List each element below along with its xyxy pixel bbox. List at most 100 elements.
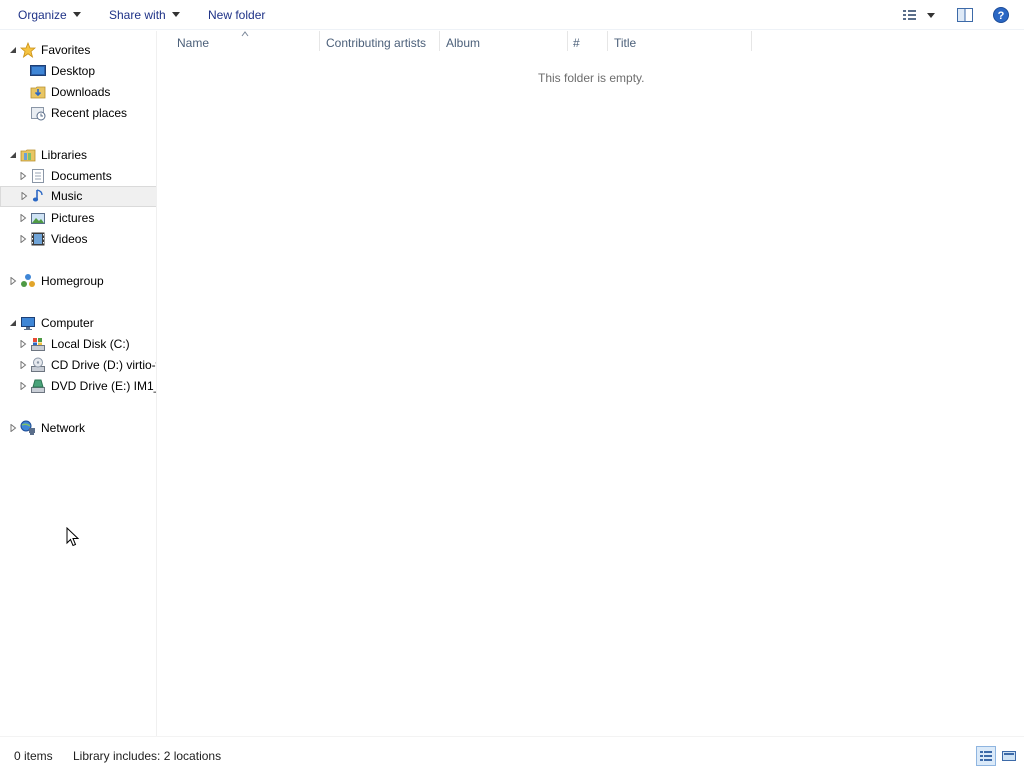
collapsed-arrow-icon[interactable] <box>19 214 27 222</box>
recent-places-icon <box>31 107 46 121</box>
details-view-button[interactable] <box>976 746 996 766</box>
nav-item-desktop[interactable]: Desktop <box>0 61 156 82</box>
nav-label: Pictures <box>51 211 95 225</box>
details-view-icon <box>903 10 935 20</box>
nav-label: Network <box>41 421 86 435</box>
collapsed-arrow-icon[interactable] <box>19 235 27 243</box>
documents-icon <box>32 169 44 183</box>
nav-item-videos[interactable]: Videos <box>0 229 156 250</box>
mouse-cursor-icon <box>66 527 80 547</box>
change-view-button[interactable] <box>900 6 940 24</box>
preview-pane-icon <box>957 8 973 22</box>
navigation-pane: Favorites Desktop Downloads Recent place… <box>0 31 157 736</box>
nav-item-dvd-drive[interactable]: DVD Drive (E:) IM1_C <box>0 376 156 397</box>
nav-item-local-disk[interactable]: Local Disk (C:) <box>0 334 156 355</box>
file-list-pane[interactable]: Name Contributing artists Album # Title … <box>158 31 1024 736</box>
cd-drive-icon <box>31 357 45 372</box>
preview-pane-button[interactable] <box>956 6 974 24</box>
nav-label: CD Drive (D:) virtio-w <box>51 358 157 372</box>
sort-ascending-icon <box>241 31 249 37</box>
desktop-icon <box>30 65 46 76</box>
nav-item-pictures[interactable]: Pictures <box>0 208 156 229</box>
help-button[interactable]: ? <box>992 6 1010 24</box>
new-folder-label: New folder <box>208 8 266 22</box>
column-header-album[interactable]: Album <box>446 31 480 55</box>
nav-item-favorites[interactable]: Favorites <box>0 40 156 61</box>
nav-item-network[interactable]: Network <box>0 418 156 439</box>
column-header-label: Title <box>614 36 637 50</box>
details-view-icon <box>980 751 992 761</box>
column-header-name[interactable]: Name <box>177 31 209 55</box>
nav-label: Local Disk (C:) <box>51 337 130 351</box>
share-with-button[interactable]: Share with <box>109 7 180 23</box>
column-separator[interactable] <box>607 31 608 51</box>
nav-label: Homegroup <box>41 274 104 288</box>
column-header-label: Name <box>177 36 210 50</box>
downloads-folder-icon <box>30 86 46 99</box>
help-icon: ? <box>993 7 1009 23</box>
new-folder-button[interactable]: New folder <box>208 7 265 23</box>
collapsed-arrow-icon[interactable] <box>19 361 27 369</box>
column-separator[interactable] <box>319 31 320 51</box>
nav-label: Recent places <box>51 106 128 120</box>
nav-label: Libraries <box>41 148 88 162</box>
music-note-icon <box>32 189 43 202</box>
command-bar: Organize Share with New folder ? <box>0 0 1024 30</box>
nav-label: Computer <box>41 316 94 330</box>
homegroup-icon <box>21 274 35 287</box>
nav-label: Downloads <box>51 85 111 99</box>
nav-label: Favorites <box>41 43 91 57</box>
pictures-icon <box>31 213 45 224</box>
large-icons-view-button[interactable] <box>999 746 1019 766</box>
nav-item-music[interactable]: Music <box>0 186 156 207</box>
nav-label: Documents <box>51 169 112 183</box>
column-header-title[interactable]: Title <box>614 31 636 55</box>
chevron-down-icon <box>72 12 81 18</box>
nav-item-documents[interactable]: Documents <box>0 166 156 187</box>
nav-item-libraries[interactable]: Libraries <box>0 145 156 166</box>
collapsed-arrow-icon[interactable] <box>19 172 27 180</box>
library-locations-info: Library includes: 2 locations <box>73 749 222 763</box>
computer-icon <box>21 317 35 330</box>
empty-folder-message: This folder is empty. <box>538 71 645 85</box>
column-header-contributing-artists[interactable]: Contributing artists <box>326 31 426 55</box>
hard-disk-icon <box>31 338 45 351</box>
large-icons-view-icon <box>1002 751 1016 761</box>
item-count: 0 items <box>14 749 53 763</box>
column-separator[interactable] <box>439 31 440 51</box>
nav-item-computer[interactable]: Computer <box>0 313 156 334</box>
organize-label: Organize <box>18 8 67 22</box>
svg-text:?: ? <box>998 10 1005 22</box>
collapsed-arrow-icon[interactable] <box>9 277 17 285</box>
nav-label: DVD Drive (E:) IM1_C <box>51 379 156 393</box>
status-bar: 0 items Library includes: 2 locations <box>0 736 1024 768</box>
column-separator[interactable] <box>567 31 568 51</box>
collapsed-arrow-icon[interactable] <box>19 340 27 348</box>
collapsed-arrow-icon[interactable] <box>9 424 17 432</box>
nav-item-homegroup[interactable]: Homegroup <box>0 271 156 292</box>
share-with-label: Share with <box>109 8 166 22</box>
nav-label: Videos <box>51 232 88 246</box>
column-header-label: # <box>573 36 580 50</box>
nav-item-cd-drive[interactable]: CD Drive (D:) virtio-w <box>0 355 157 376</box>
nav-item-recent-places[interactable]: Recent places <box>0 103 156 124</box>
nav-label: Music <box>51 189 83 203</box>
nav-label: Desktop <box>51 64 96 78</box>
dvd-drive-icon <box>31 379 45 393</box>
organize-button[interactable]: Organize <box>18 7 81 23</box>
expanded-arrow-icon[interactable] <box>9 319 17 327</box>
libraries-icon <box>20 149 36 162</box>
chevron-down-icon <box>171 12 180 18</box>
column-separator[interactable] <box>751 31 752 51</box>
column-header-label: Contributing artists <box>326 36 427 50</box>
collapsed-arrow-icon[interactable] <box>20 192 28 200</box>
column-header-track-number[interactable]: # <box>573 31 580 55</box>
star-icon <box>20 42 36 58</box>
expanded-arrow-icon[interactable] <box>9 46 17 54</box>
column-header-label: Album <box>446 36 481 50</box>
expanded-arrow-icon[interactable] <box>9 151 17 159</box>
film-icon <box>31 232 45 246</box>
nav-item-downloads[interactable]: Downloads <box>0 82 156 103</box>
collapsed-arrow-icon[interactable] <box>19 382 27 390</box>
network-icon <box>20 420 35 435</box>
